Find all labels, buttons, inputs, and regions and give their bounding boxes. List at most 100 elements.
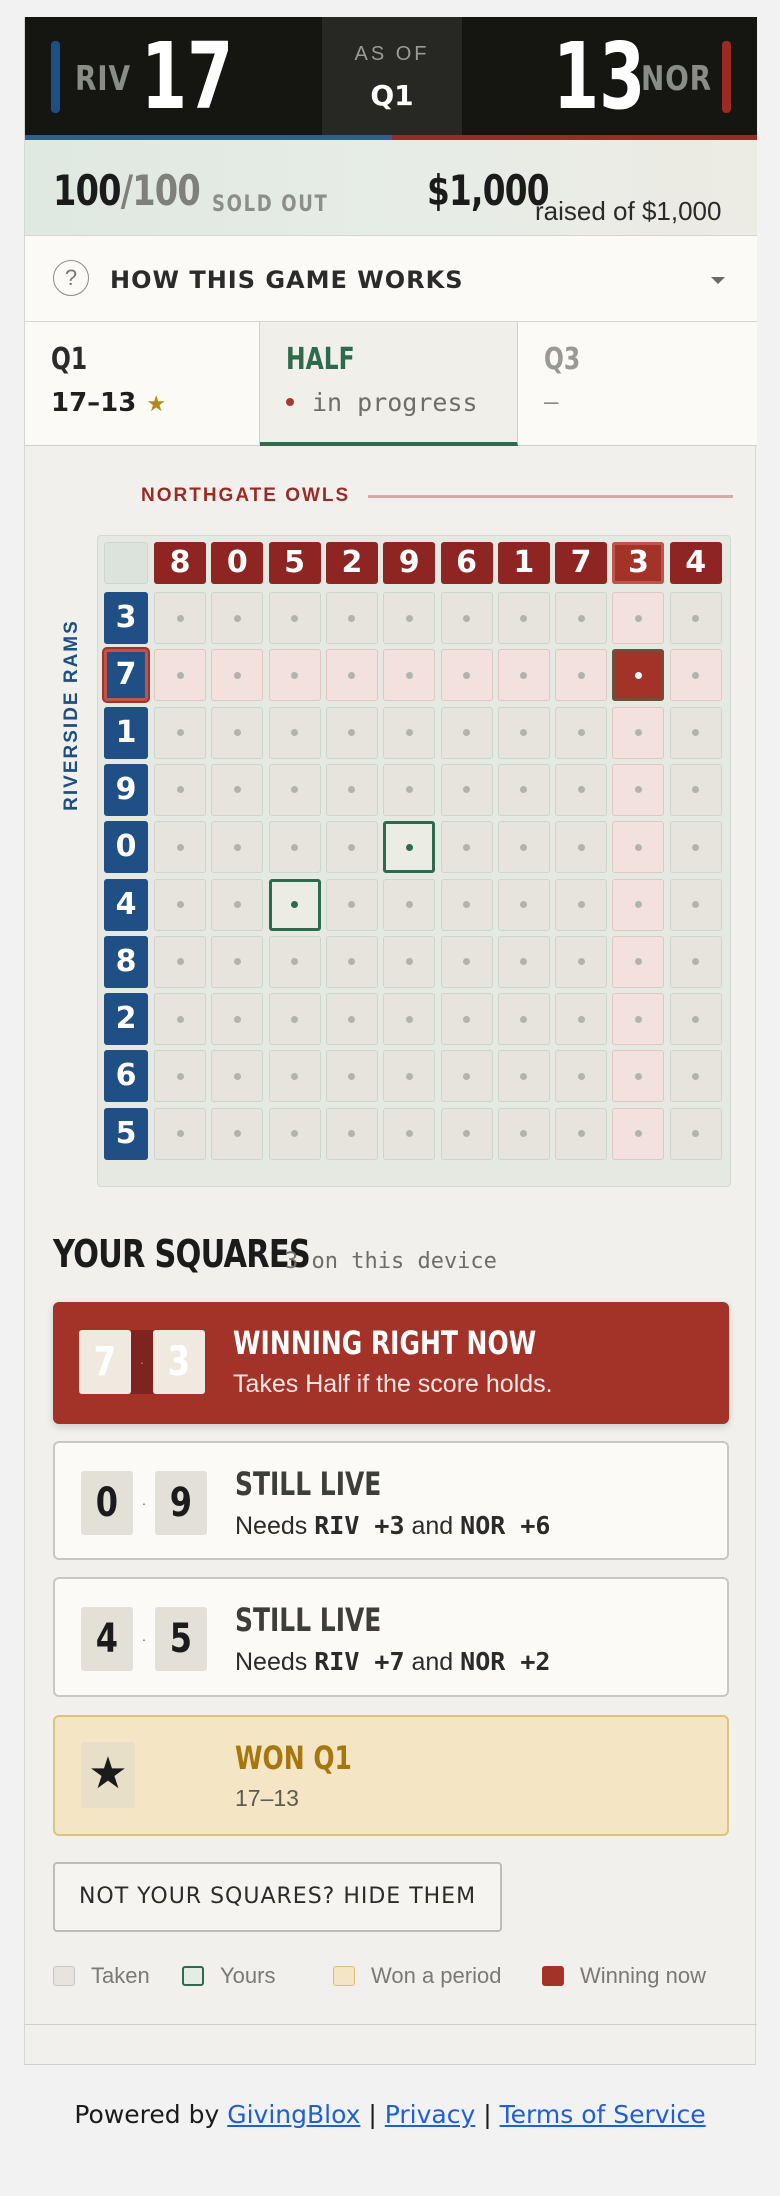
board-square[interactable] [268,993,321,1046]
board-square[interactable] [497,763,550,816]
board-square[interactable] [154,993,206,1046]
board-square[interactable] [154,1107,206,1160]
board-square[interactable] [612,649,665,702]
board-square[interactable] [268,935,321,988]
board-square[interactable] [612,592,665,644]
board-square[interactable] [268,821,321,874]
board-square[interactable] [440,821,493,874]
privacy-link[interactable]: Privacy [385,2100,476,2129]
how-it-works-toggle[interactable]: ? HOW THIS GAME WORKS [25,236,757,322]
board-square[interactable] [669,993,722,1046]
board-square[interactable] [440,1050,493,1103]
board-square[interactable] [383,649,436,702]
terms-link[interactable]: Terms of Service [500,2100,706,2129]
board-square[interactable] [669,935,722,988]
board-square[interactable] [440,993,493,1046]
board-square[interactable] [612,706,665,759]
board-square[interactable] [268,592,321,644]
board-square[interactable] [440,1107,493,1160]
board-square[interactable] [612,821,665,874]
board-square[interactable] [669,649,722,702]
square-card-won[interactable]: ★ WON Q1 17–13 [53,1715,729,1836]
board-square[interactable] [669,592,722,644]
board-square[interactable] [211,993,264,1046]
board-square[interactable] [211,763,264,816]
board-square[interactable] [555,993,608,1046]
tab-q3[interactable]: Q3 — [518,322,757,446]
board-square[interactable] [669,821,722,874]
board-square[interactable] [497,993,550,1046]
board-square[interactable] [612,993,665,1046]
board-square[interactable] [440,592,493,644]
board-square[interactable] [497,1050,550,1103]
board-square[interactable] [154,935,206,988]
board-square[interactable] [555,592,608,644]
square-card-live[interactable]: 0 · 9 STILL LIVE Needs RIV +3 and NOR +6 [53,1441,729,1560]
board-square[interactable] [612,1107,665,1160]
board-square[interactable] [440,706,493,759]
tab-half[interactable]: HALF in progress [260,322,518,446]
board-square[interactable] [211,1050,264,1103]
board-square[interactable] [555,649,608,702]
board-square[interactable] [211,649,264,702]
board-square[interactable] [154,649,206,702]
board-square[interactable] [612,878,665,931]
board-square[interactable] [555,706,608,759]
board-square[interactable] [383,1107,436,1160]
square-card-live[interactable]: 4 · 5 STILL LIVE Needs RIV +7 and NOR +2 [53,1577,729,1697]
board-square[interactable] [555,1050,608,1103]
board-square[interactable] [497,935,550,988]
board-square[interactable] [154,763,206,816]
board-square[interactable] [497,649,550,702]
board-square[interactable] [154,1050,206,1103]
board-square[interactable] [440,878,493,931]
board-square[interactable] [268,706,321,759]
board-square[interactable] [383,878,436,931]
square-card-winning[interactable]: 7 · 3 WINNING RIGHT NOW Takes Half if th… [53,1302,729,1424]
board-square[interactable] [383,706,436,759]
board-square[interactable] [669,706,722,759]
board-square[interactable] [612,1050,665,1103]
board-square[interactable] [154,878,206,931]
board-square[interactable] [555,935,608,988]
board-square[interactable] [211,1107,264,1160]
board-square[interactable] [268,1107,321,1160]
board-square[interactable] [268,878,321,931]
board-square[interactable] [440,763,493,816]
board-square[interactable] [383,1050,436,1103]
board-square[interactable] [669,1050,722,1103]
board-square[interactable] [383,821,436,874]
board-square[interactable] [325,1050,378,1103]
board-square[interactable] [612,935,665,988]
board-square[interactable] [268,1050,321,1103]
board-square[interactable] [555,821,608,874]
board-square[interactable] [440,649,493,702]
board-square[interactable] [555,878,608,931]
board-square[interactable] [325,763,378,816]
board-square[interactable] [383,763,436,816]
board-square[interactable] [669,878,722,931]
board-square[interactable] [268,649,321,702]
board-square[interactable] [669,763,722,816]
board-square[interactable] [497,878,550,931]
board-square[interactable] [555,763,608,816]
board-square[interactable] [612,763,665,816]
board-square[interactable] [154,592,206,644]
board-square[interactable] [383,592,436,644]
board-square[interactable] [497,706,550,759]
board-square[interactable] [325,592,378,644]
board-square[interactable] [325,1107,378,1160]
board-square[interactable] [325,706,378,759]
board-square[interactable] [555,1107,608,1160]
board-square[interactable] [211,592,264,644]
board-square[interactable] [325,649,378,702]
board-square[interactable] [325,935,378,988]
board-square[interactable] [497,592,550,644]
board-square[interactable] [154,706,206,759]
tab-q1[interactable]: Q1 17–13 ★ [25,322,260,446]
board-square[interactable] [211,878,264,931]
board-square[interactable] [211,706,264,759]
board-square[interactable] [325,878,378,931]
board-square[interactable] [440,935,493,988]
board-square[interactable] [497,821,550,874]
